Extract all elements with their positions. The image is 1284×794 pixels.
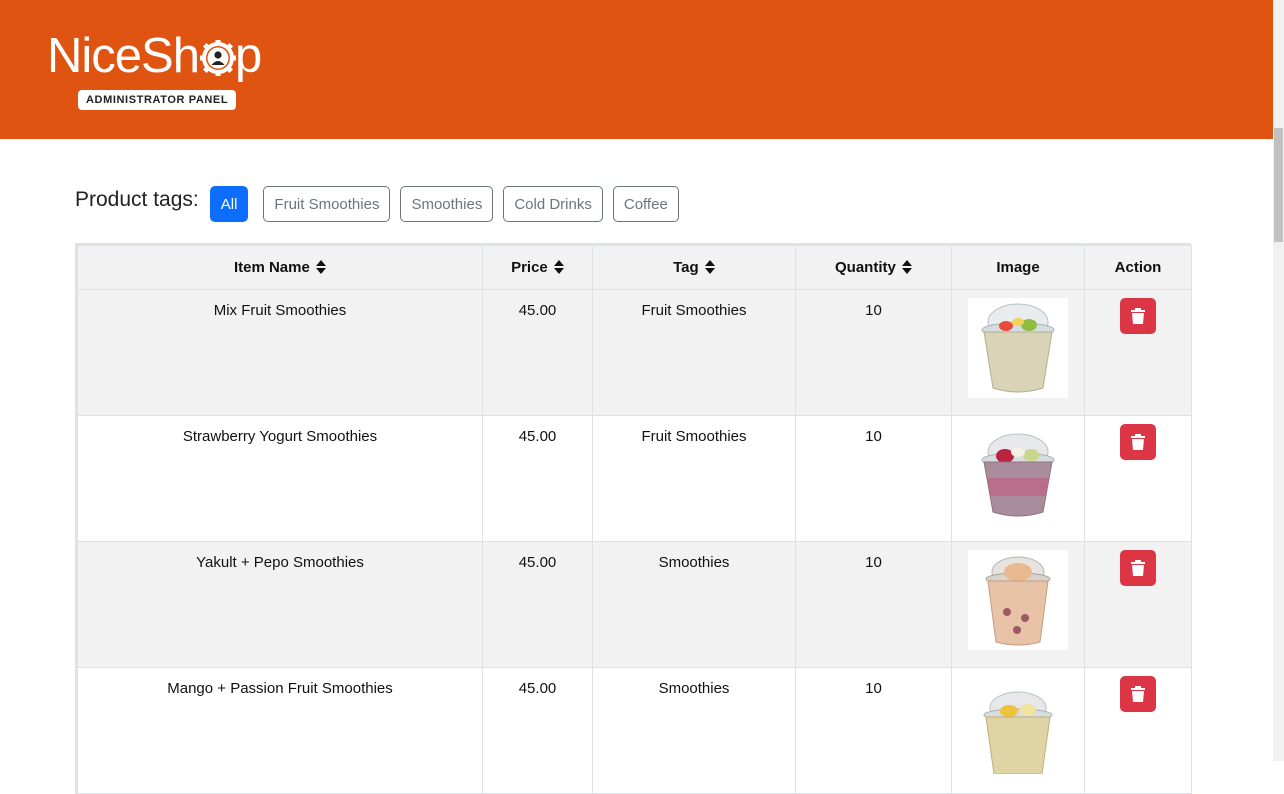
trash-icon: [1131, 686, 1145, 702]
column-header-tag[interactable]: Tag: [592, 245, 796, 290]
gear-user-icon: [199, 40, 236, 76]
sort-icon: [902, 260, 912, 274]
cell-action: [1084, 541, 1192, 668]
tag-all-button[interactable]: All: [209, 186, 249, 222]
cell-tag: Smoothies: [592, 667, 796, 794]
logo-text-suffix: p: [234, 29, 262, 83]
table-row: Mix Fruit Smoothies 45.00 Fruit Smoothie…: [77, 289, 1192, 416]
scrollbar-thumb[interactable]: [1274, 128, 1283, 242]
sort-icon: [553, 260, 564, 274]
delete-button[interactable]: [1120, 550, 1156, 586]
cell-item-name: Strawberry Yogurt Smoothies: [77, 415, 483, 542]
tag-smoothies-button[interactable]: Smoothies: [400, 186, 494, 222]
column-header-price-label: Price: [511, 259, 548, 276]
delete-button[interactable]: [1120, 424, 1156, 460]
delete-button[interactable]: [1120, 676, 1156, 712]
cell-image: [951, 415, 1085, 542]
trash-icon: [1131, 560, 1145, 576]
cell-item-name: Yakult + Pepo Smoothies: [77, 541, 483, 668]
table-row: Yakult + Pepo Smoothies 45.00 Smoothies …: [77, 541, 1192, 668]
cell-image: [951, 667, 1085, 794]
product-image: [968, 676, 1068, 776]
logo-text-prefix: NiceSh: [47, 29, 200, 83]
cell-quantity: 10: [795, 667, 952, 794]
column-header-item-name-label: Item Name: [233, 259, 310, 276]
cell-action: [1084, 667, 1192, 794]
sort-icon: [316, 260, 327, 274]
product-tags-filter: Product tags: All Fruit Smoothies Smooth…: [75, 186, 689, 222]
admin-panel-badge: ADMINISTRATOR PANEL: [78, 90, 237, 110]
column-header-image: Image: [951, 245, 1085, 290]
cell-price: 45.00: [482, 415, 593, 542]
column-header-action: Action: [1084, 245, 1192, 290]
column-header-tag-label: Tag: [673, 259, 699, 276]
cell-action: [1084, 289, 1192, 416]
cell-price: 45.00: [482, 541, 593, 668]
smoothie-cup-strawberry-icon: [981, 433, 1055, 517]
column-header-price[interactable]: Price: [482, 245, 593, 290]
smoothie-cup-mixed-fruit-icon: [981, 303, 1055, 393]
tag-coffee-button[interactable]: Coffee: [612, 186, 679, 222]
tag-cold-drinks-button[interactable]: Cold Drinks: [503, 186, 603, 222]
table-row: Strawberry Yogurt Smoothies 45.00 Fruit …: [77, 415, 1192, 542]
page-scrollbar[interactable]: [1273, 0, 1284, 761]
cell-tag: Fruit Smoothies: [592, 415, 796, 542]
product-image: [968, 298, 1068, 398]
product-image: [968, 550, 1068, 650]
cell-tag: Smoothies: [592, 541, 796, 668]
cell-tag: Fruit Smoothies: [592, 289, 796, 416]
cell-item-name: Mango + Passion Fruit Smoothies: [77, 667, 483, 794]
cell-price: 45.00: [482, 289, 593, 416]
niceshop-logo[interactable]: NiceSh p ADMINISTRATOR PANEL: [47, 28, 262, 110]
table-row: Mango + Passion Fruit Smoothies 45.00 Sm…: [77, 667, 1192, 794]
cell-action: [1084, 415, 1192, 542]
cell-image: [951, 541, 1085, 668]
cell-price: 45.00: [482, 667, 593, 794]
delete-button[interactable]: [1120, 298, 1156, 334]
column-header-item-name[interactable]: Item Name: [77, 245, 483, 290]
products-table: Item Name Price Tag Quantity Image Actio…: [75, 243, 1192, 794]
tag-fruit-smoothies-button[interactable]: Fruit Smoothies: [263, 186, 391, 222]
trash-icon: [1131, 308, 1145, 324]
sort-icon: [704, 260, 715, 274]
logo-text: NiceSh p: [47, 28, 262, 84]
cell-quantity: 10: [795, 415, 952, 542]
column-header-quantity-label: Quantity: [834, 259, 896, 276]
cell-quantity: 10: [795, 541, 952, 668]
smoothie-cup-mango-icon: [983, 691, 1053, 774]
smoothie-cup-yakult-icon: [985, 556, 1051, 646]
product-tags-label: Product tags:: [75, 188, 199, 211]
table-header-row: Item Name Price Tag Quantity Image Actio…: [77, 245, 1192, 290]
column-header-quantity[interactable]: Quantity: [795, 245, 952, 290]
trash-icon: [1131, 434, 1145, 450]
product-image: [968, 424, 1068, 524]
cell-image: [951, 289, 1085, 416]
cell-quantity: 10: [795, 289, 952, 416]
cell-item-name: Mix Fruit Smoothies: [77, 289, 483, 416]
header-bar: NiceSh p ADMINISTRATOR PANEL: [0, 0, 1273, 139]
